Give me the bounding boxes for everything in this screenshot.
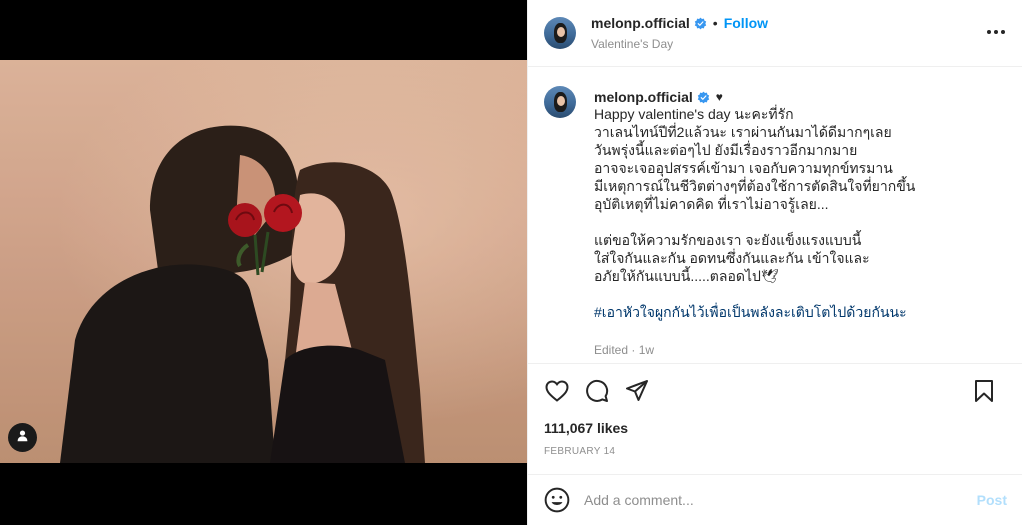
header-names: melonp.official • Follow Valentine's Day (591, 15, 768, 51)
caption-block: melonp.official ♥ Happy valentine's day … (528, 67, 1022, 363)
post-photo[interactable] (0, 60, 527, 463)
comment-button[interactable] (584, 378, 610, 404)
post-header: melonp.official • Follow Valentine's Day (528, 0, 1022, 67)
verified-badge-icon (697, 91, 709, 103)
post-comment-button[interactable]: Post (977, 492, 1007, 508)
share-button[interactable] (624, 378, 650, 404)
comment-icon (586, 379, 609, 402)
caption-line: Happy valentine's day นะคะที่รัก (594, 106, 794, 122)
caption-line: ใส่ใจกันและกัน อดทนซึ่งกันและกัน เข้าใจแ… (594, 250, 870, 266)
post-viewer: melonp.official • Follow Valentine's Day (0, 0, 1022, 525)
caption-line: แต่ขอให้ความรักของเรา จะยังแข็งแรงแบบนี้ (594, 232, 862, 248)
save-button[interactable] (971, 378, 997, 404)
like-button[interactable] (544, 378, 570, 404)
caption-text: Happy valentine's day นะคะที่รัก วาเลนไท… (594, 105, 1006, 321)
user-tag-button[interactable] (8, 423, 37, 452)
hashtag-link[interactable]: #เอาหัวใจผูกกันไว้เพื่อเป็นพลังละเติบโตไ… (594, 303, 1006, 321)
post-details-panel: melonp.official • Follow Valentine's Day (527, 0, 1022, 525)
post-media-pane (0, 0, 527, 525)
verified-badge-icon (694, 17, 706, 29)
comment-bar: Post (528, 474, 1022, 525)
emoji-icon[interactable] (544, 487, 570, 513)
caption-avatar[interactable] (544, 86, 576, 118)
couple-illustration (0, 60, 527, 463)
caption-name-row: melonp.official ♥ (594, 89, 1006, 105)
caption-line: วาเลนไทน์ปีที่2แล้วนะ เราผ่านกันมาได้ดีม… (594, 124, 892, 140)
heart-icon (545, 380, 569, 402)
action-bar (528, 363, 1022, 418)
likes-count[interactable]: 111,067 likes (544, 420, 628, 436)
caption-line: อุบัติเหตุที่ไม่คาดคิด ที่เราไม่อาจรู้เล… (594, 196, 829, 212)
location-link[interactable]: Valentine's Day (591, 37, 768, 51)
header-username[interactable]: melonp.official (591, 15, 690, 31)
share-icon (626, 380, 648, 401)
caption-body: melonp.official ♥ Happy valentine's day … (594, 89, 1006, 363)
avatar[interactable] (544, 17, 576, 49)
follow-button[interactable]: Follow (724, 15, 768, 31)
user-tag-icon (16, 429, 29, 447)
caption-line: วันพรุ่งนี้และต่อๆไป ยังมีเรื่องราวอีกมา… (594, 142, 858, 158)
comment-input[interactable] (584, 492, 977, 508)
caption-line: อภัยให้กันแบบนี้.....ตลอดไป🕊 (594, 268, 779, 284)
caption-heart: ♥ (715, 90, 723, 104)
more-options-icon (987, 30, 1005, 34)
more-options-button[interactable] (984, 20, 1008, 44)
bookmark-icon (975, 380, 993, 402)
header-name-row: melonp.official • Follow (591, 15, 768, 31)
avatar-face (557, 27, 565, 37)
post-date: FEBRUARY 14 (544, 446, 616, 457)
caption-username[interactable]: melonp.official (594, 89, 693, 105)
header-separator: • (712, 15, 718, 31)
edited-timestamp: Edited · 1w (594, 343, 655, 357)
caption-line: อาจจะเจออุปสรรค์เข้ามา เจอกับความทุกข์ทร… (594, 160, 893, 176)
caption-line: มีเหตุการณ์ในชีวิตต่างๆที่ต้องใช้การตัดส… (594, 178, 916, 194)
avatar-face (557, 96, 565, 106)
